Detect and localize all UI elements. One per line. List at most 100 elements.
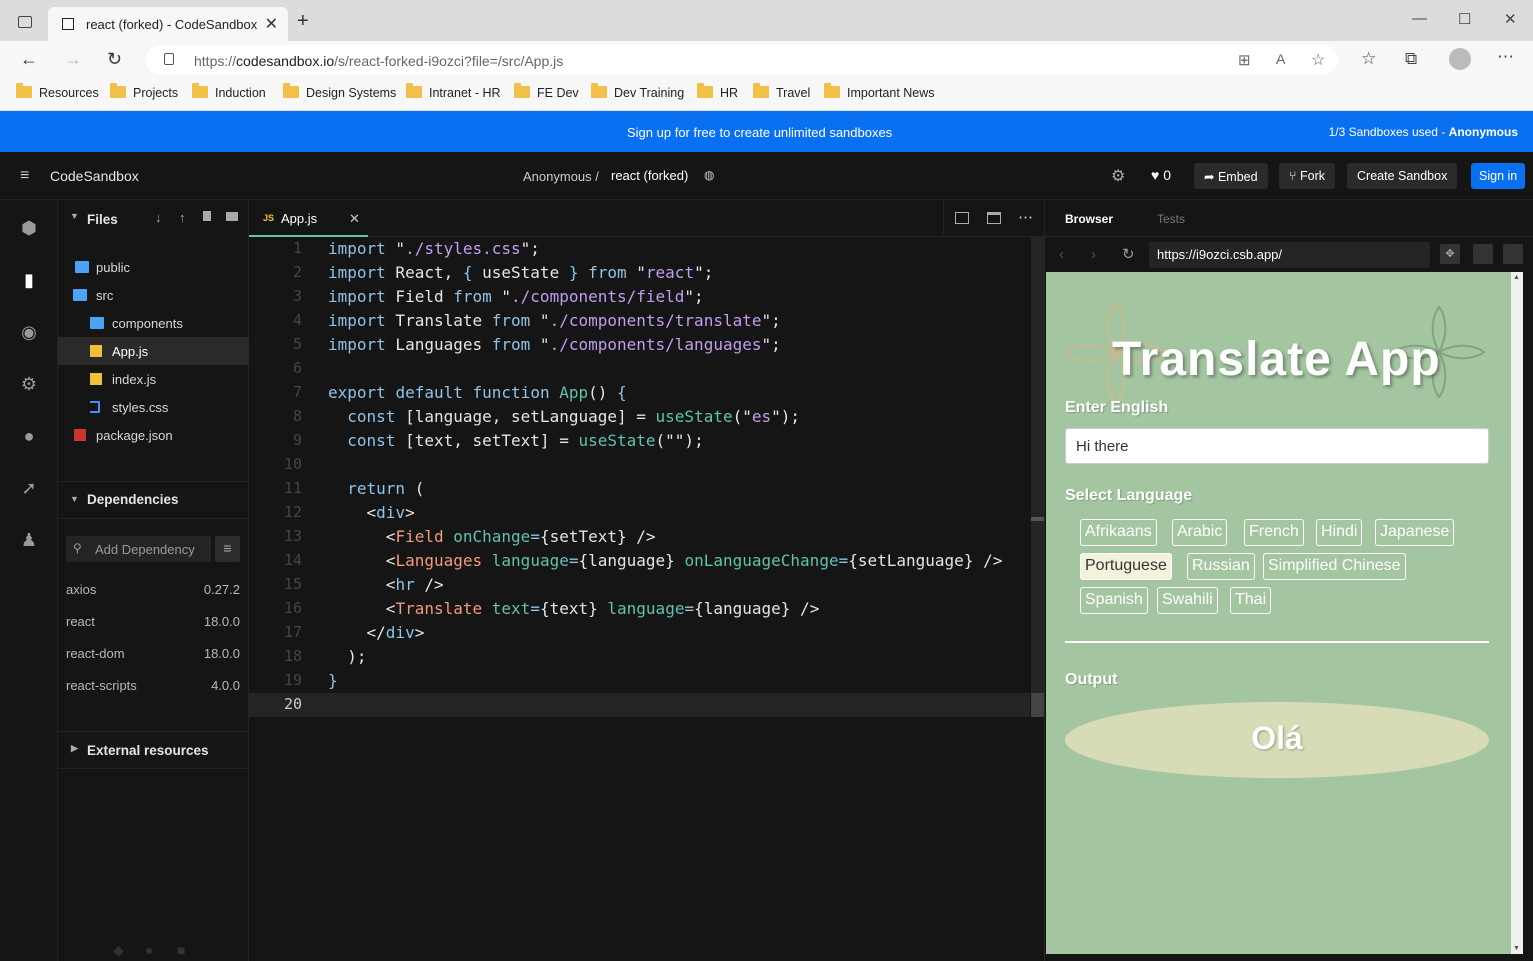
code-line[interactable]: <hr /> <box>328 575 444 594</box>
files-section-header[interactable]: ▼ Files ↓ ↑ <box>58 200 249 236</box>
embed-button[interactable]: ➦ Embed <box>1194 163 1268 189</box>
code-line[interactable]: export default function App() { <box>328 383 627 402</box>
bookmark-induction[interactable]: Induction <box>192 83 266 100</box>
bookmark-design-systems[interactable]: Design Systems <box>283 83 396 100</box>
file-tree-item[interactable]: index.js <box>58 365 249 393</box>
github-icon[interactable]: ● <box>19 426 39 446</box>
app-name[interactable]: CodeSandbox <box>50 168 139 184</box>
code-line[interactable]: import Translate from "./components/tran… <box>328 311 781 330</box>
reload-icon[interactable]: ↻ <box>107 49 122 70</box>
code-line[interactable]: <Translate text={text} language={languag… <box>328 599 820 618</box>
code-line[interactable]: const [text, setText] = useState(""); <box>328 431 703 450</box>
new-tab-icon[interactable]: + <box>297 10 309 33</box>
preview-forward-icon[interactable]: › <box>1091 246 1096 263</box>
file-tree-item[interactable]: public <box>58 253 249 281</box>
menu-icon[interactable]: ≡ <box>20 167 29 185</box>
profile-avatar[interactable] <box>1449 48 1471 70</box>
download-icon[interactable]: ↓ <box>155 210 162 225</box>
split-view-icon[interactable] <box>955 212 969 224</box>
project-info-icon[interactable]: ⬢ <box>19 218 39 238</box>
close-tab-icon[interactable]: ✕ <box>265 14 278 34</box>
bookmark-projects[interactable]: Projects <box>110 83 178 100</box>
code-line[interactable]: ); <box>328 647 366 666</box>
code-line[interactable]: </div> <box>328 623 425 642</box>
sandbox-name[interactable]: react (forked) <box>611 168 688 183</box>
code-line[interactable]: import React, { useState } from "react"; <box>328 263 713 282</box>
code-line[interactable]: import Languages from "./components/lang… <box>328 335 781 354</box>
code-line[interactable]: import Field from "./components/field"; <box>328 287 704 306</box>
preview-refresh-icon[interactable]: ↻ <box>1122 245 1135 263</box>
code-line[interactable]: <Field onChange={setText} /> <box>328 527 656 546</box>
editor-scrollbar-thumb[interactable] <box>1031 517 1044 521</box>
language-option[interactable]: Spanish <box>1080 587 1148 614</box>
scroll-down-icon[interactable]: ▼ <box>1513 945 1520 952</box>
file-tree-item[interactable]: components <box>58 309 249 337</box>
dependency-row[interactable]: react 18.0.0 <box>66 614 240 629</box>
tab-tests[interactable]: Tests <box>1157 212 1185 226</box>
dependency-row[interactable]: axios 0.27.2 <box>66 582 240 597</box>
responsive-toggle-icon[interactable]: ✥ <box>1440 244 1460 264</box>
editor-tab-app-js[interactable]: JS App.js ✕ <box>249 200 368 237</box>
tab-browser[interactable]: Browser <box>1065 212 1113 226</box>
language-option[interactable]: Arabic <box>1172 519 1228 546</box>
create-sandbox-button[interactable]: Create Sandbox <box>1347 163 1458 189</box>
dependency-list-menu-icon[interactable]: ≡ <box>215 536 240 562</box>
file-tree-item[interactable]: styles.css <box>58 393 249 421</box>
fork-button[interactable]: ⑂ Fork <box>1279 163 1335 189</box>
forward-icon[interactable]: → <box>64 49 82 70</box>
english-text-input[interactable]: Hi there <box>1065 428 1489 464</box>
settings-gear-icon[interactable]: ⚙ <box>1111 166 1125 186</box>
live-users-icon[interactable]: ♟ <box>19 530 39 550</box>
bookmark-fe-dev[interactable]: FE Dev <box>514 83 579 100</box>
minimize-icon[interactable]: — <box>1412 10 1427 27</box>
back-icon[interactable]: ← <box>20 49 38 70</box>
sign-in-button[interactable]: Sign in <box>1471 163 1526 189</box>
preview-back-icon[interactable]: ‹ <box>1059 246 1064 263</box>
lock-icon[interactable] <box>164 53 174 65</box>
editor-scrollbar[interactable] <box>1031 237 1044 693</box>
owner-name[interactable]: Anonymous / <box>523 169 599 184</box>
scroll-up-icon[interactable]: ▲ <box>1513 274 1520 281</box>
browser-tab[interactable]: react (forked) - CodeSandbox ✕ <box>48 7 288 41</box>
discord-icon[interactable]: ■ <box>177 942 185 958</box>
dependency-row[interactable]: react-scripts 4.0.0 <box>66 678 240 693</box>
dependency-row[interactable]: react-dom 18.0.0 <box>66 646 240 661</box>
devtools-icon[interactable] <box>1503 244 1523 264</box>
bookmark-dev-training[interactable]: Dev Training <box>591 83 684 100</box>
file-tree-item[interactable]: src <box>58 281 249 309</box>
language-option[interactable]: Swahili <box>1157 587 1218 614</box>
language-option[interactable]: Hindi <box>1316 519 1363 546</box>
read-aloud-icon[interactable]: A <box>1276 51 1285 67</box>
file-tree-item[interactable]: package.json <box>58 421 249 449</box>
code-line[interactable]: <Languages language={language} onLanguag… <box>328 551 1003 570</box>
upload-icon[interactable]: ↑ <box>179 210 186 225</box>
collections-icon[interactable]: ⧉ <box>1405 49 1417 69</box>
bookmark-intranet-hr[interactable]: Intranet - HR <box>406 83 501 100</box>
code-line[interactable]: } <box>328 671 338 690</box>
favorite-star-icon[interactable]: ☆ <box>1311 50 1325 70</box>
language-option[interactable]: Japanese <box>1375 519 1455 546</box>
code-line[interactable]: import "./styles.css"; <box>328 239 540 258</box>
code-editor[interactable]: 1 2 3 4 5 6 7 8 9 10 11 12 13 14 15 16 1… <box>249 237 1044 961</box>
tab-actions-icon[interactable] <box>18 16 32 28</box>
code-line[interactable]: const [language, setLanguage] = useState… <box>328 407 800 426</box>
more-menu-icon[interactable]: ⋯ <box>1497 47 1514 67</box>
new-folder-icon[interactable] <box>226 212 238 221</box>
url-bar[interactable]: https://codesandbox.io/s/react-forked-i9… <box>146 45 1338 75</box>
signup-link[interactable]: Sign up for free to create unlimited san… <box>627 125 892 140</box>
external-resources-header[interactable]: ▶ External resources <box>58 732 249 768</box>
github-icon[interactable]: ● <box>145 942 153 958</box>
language-option[interactable]: Simplified Chinese <box>1263 553 1406 580</box>
maximize-icon[interactable]: ☐ <box>1458 10 1471 28</box>
add-dependency-input[interactable]: ⚲ Add Dependency <box>66 536 211 562</box>
code-line[interactable]: return ( <box>328 479 424 498</box>
privacy-globe-icon[interactable]: ◍ <box>704 168 714 182</box>
new-file-icon[interactable] <box>203 211 211 221</box>
deploy-rocket-icon[interactable]: ➚ <box>19 478 39 498</box>
bookmark-resources[interactable]: Resources <box>16 83 99 100</box>
open-new-window-icon[interactable] <box>1473 244 1493 264</box>
dependencies-section-header[interactable]: ▼ Dependencies <box>58 482 249 518</box>
language-option[interactable]: Thai <box>1230 587 1272 614</box>
twitter-icon[interactable]: ◆ <box>113 942 124 959</box>
more-options-icon[interactable]: ⋯ <box>1018 208 1033 226</box>
